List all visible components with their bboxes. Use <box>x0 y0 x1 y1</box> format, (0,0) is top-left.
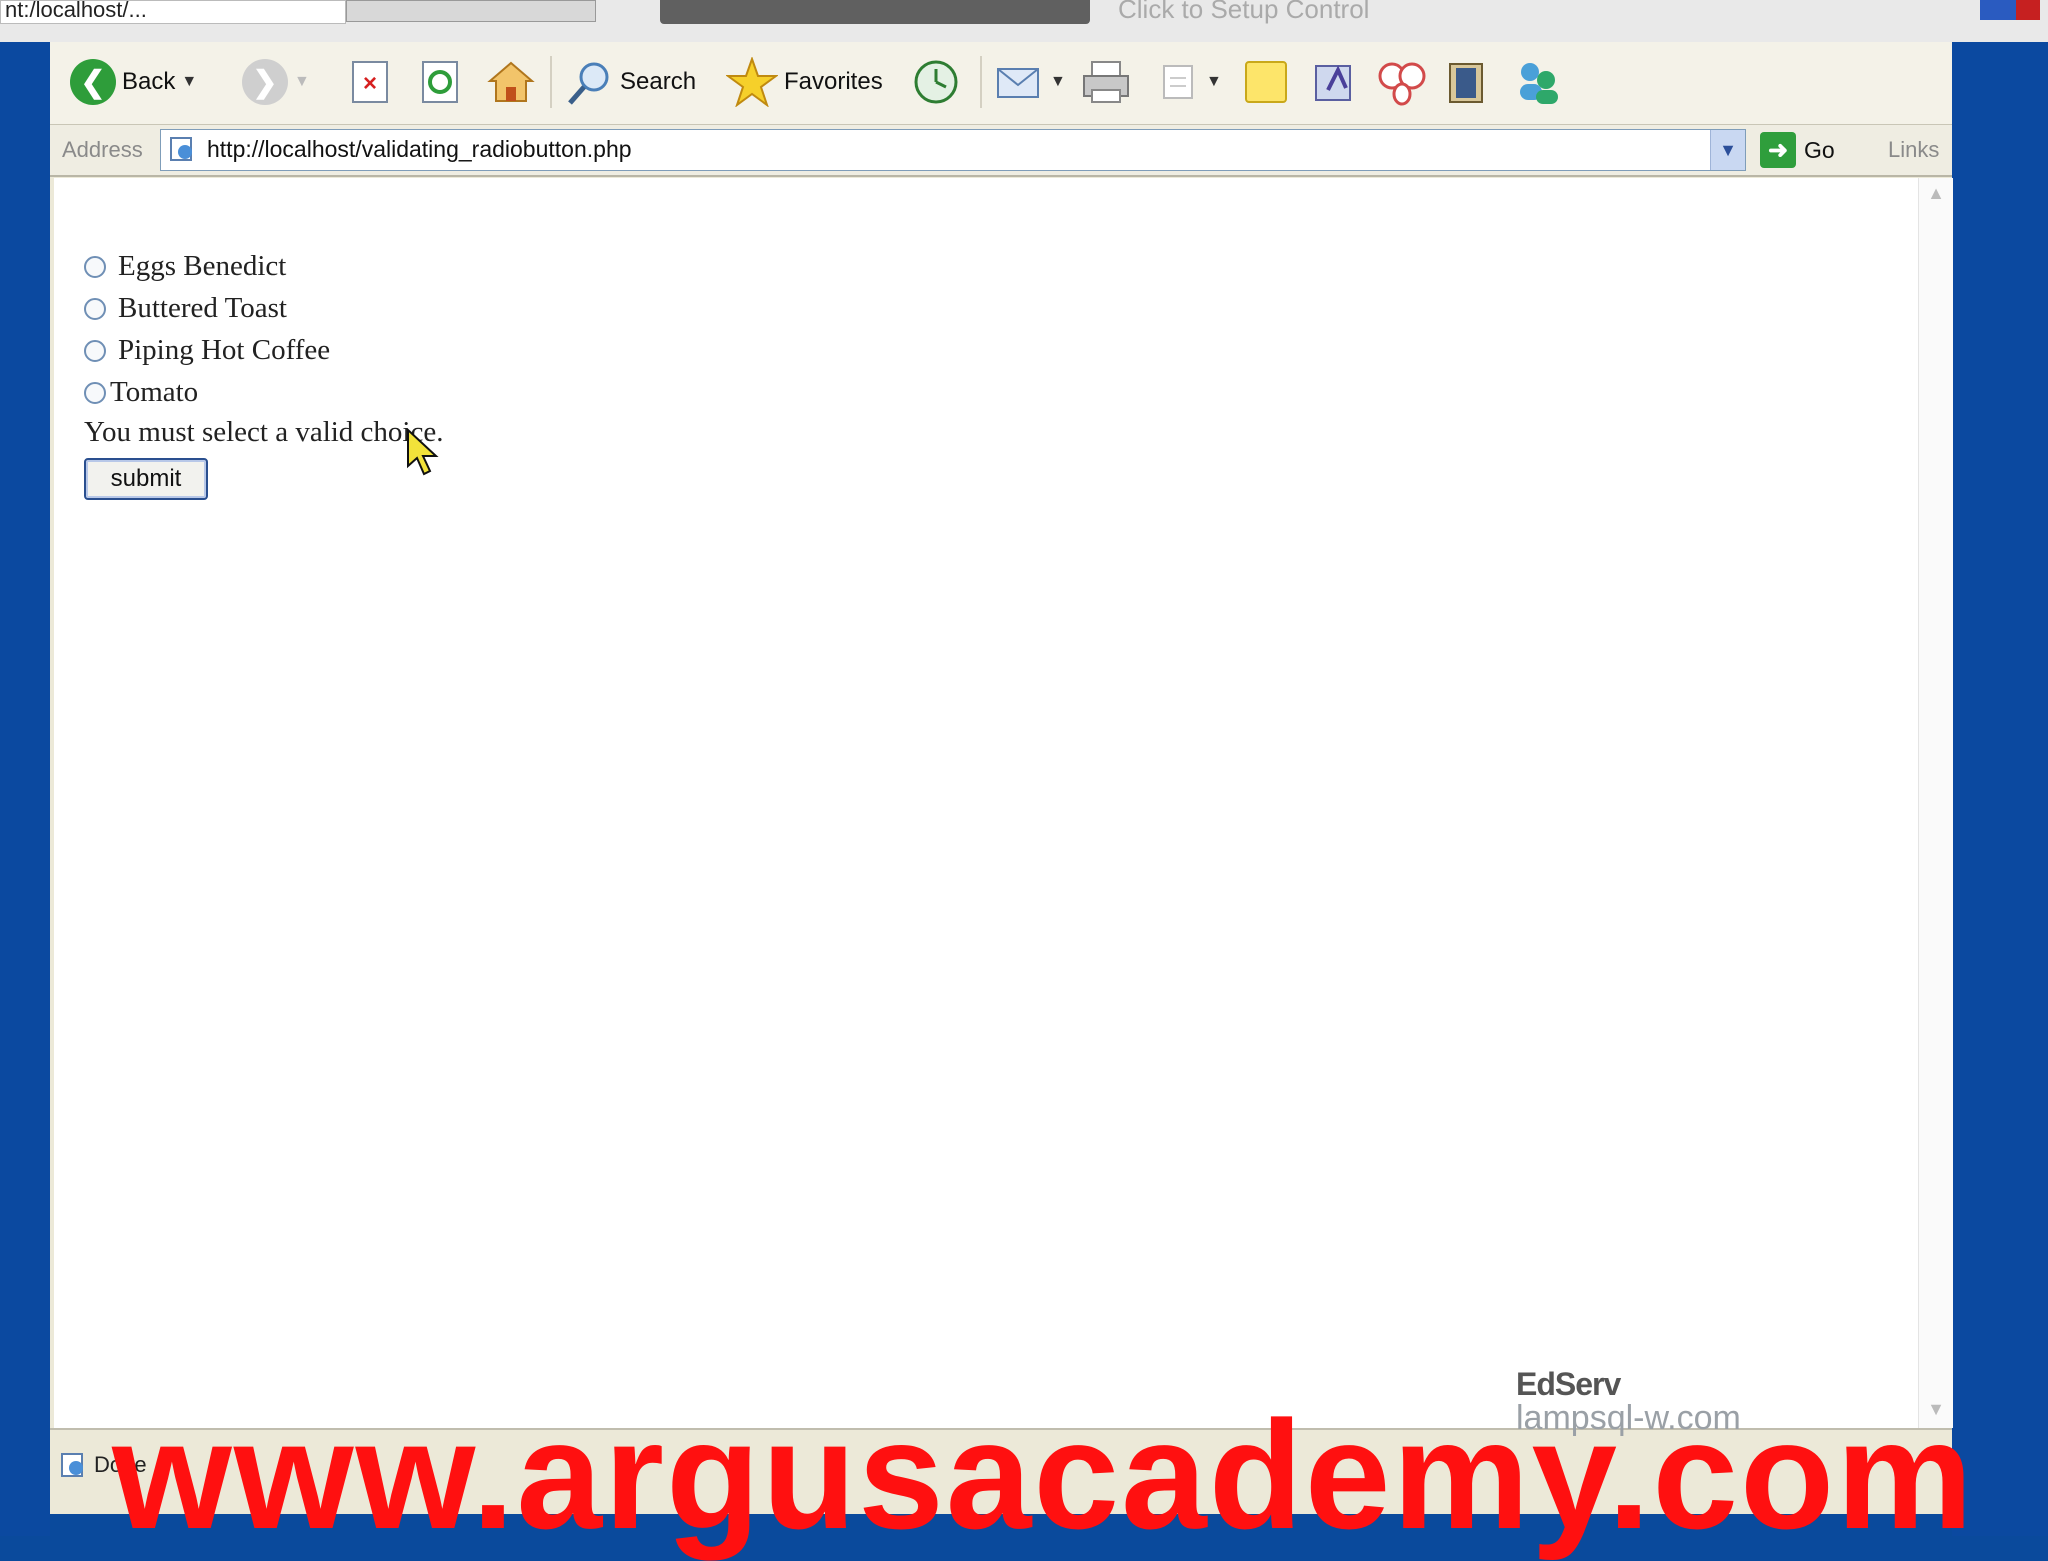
address-input[interactable]: http://localhost/validating_radiobutton.… <box>160 129 1746 171</box>
option-label: Eggs Benedict <box>118 250 287 282</box>
back-button[interactable]: ❮ Back ▼ <box>70 56 197 108</box>
note-icon <box>1245 61 1287 103</box>
toolbar-separator <box>550 56 552 108</box>
star-icon <box>726 57 778 107</box>
go-button[interactable]: ➜ Go <box>1760 131 1835 169</box>
option-label: Tomato <box>110 376 199 408</box>
radio-button[interactable] <box>84 255 106 278</box>
radio-button[interactable] <box>84 381 106 404</box>
toolbar: ❮ Back ▼ ❯ ▼ × Search Favorites ▼ ▼ <box>50 42 1952 125</box>
option-eggs-benedict[interactable]: Eggs Benedict <box>84 250 286 283</box>
refresh-button[interactable] <box>420 56 462 108</box>
book-icon <box>1449 63 1483 103</box>
option-buttered-toast[interactable]: Buttered Toast <box>84 292 287 325</box>
scroll-up-icon[interactable]: ▲ <box>1927 184 1945 202</box>
go-label: Go <box>1804 136 1835 163</box>
messenger-button[interactable] <box>1310 56 1362 108</box>
option-tomato[interactable]: Tomato <box>84 376 198 409</box>
search-button[interactable]: Search <box>564 56 696 108</box>
vertical-scrollbar[interactable]: ▲ ▼ <box>1918 178 1953 1428</box>
window-frame-right <box>1952 42 2048 1536</box>
address-dropdown-icon[interactable]: ▼ <box>1710 130 1745 170</box>
forward-arrow-icon: ❯ <box>242 59 288 105</box>
mouse-cursor-icon <box>407 428 439 476</box>
history-button[interactable] <box>910 56 962 108</box>
validation-error: You must select a valid choice. <box>84 416 444 448</box>
people-icon <box>1520 63 1558 104</box>
page-status-icon <box>61 1453 83 1477</box>
back-label: Back <box>122 68 176 95</box>
browser-window: ❮ Back ▼ ❯ ▼ × Search Favorites ▼ ▼ Addr… <box>50 42 1953 1514</box>
stop-button[interactable]: × <box>350 56 392 108</box>
mail-icon <box>997 68 1039 98</box>
mail-dropdown-icon[interactable]: ▼ <box>1050 73 1066 91</box>
tools-button[interactable] <box>1442 56 1494 108</box>
contacts-button[interactable] <box>1510 56 1566 108</box>
toolbar-separator <box>980 56 982 108</box>
watermark-url: www.argusacademy.com <box>112 1389 1976 1561</box>
go-arrow-icon: ➜ <box>1760 132 1796 168</box>
butterfly-icon <box>1378 62 1426 106</box>
top-start-button[interactable] <box>346 0 596 22</box>
window-frame-left <box>0 42 50 1536</box>
media-icon <box>1315 65 1351 101</box>
forward-button[interactable]: ❯ ▼ <box>242 56 310 108</box>
radio-button[interactable] <box>84 339 106 362</box>
back-dropdown-icon[interactable]: ▼ <box>181 73 197 91</box>
edit-dropdown-icon[interactable]: ▼ <box>1206 73 1222 91</box>
top-setup-hint: Click to Setup Control <box>1118 0 1370 24</box>
option-label: Piping Hot Coffee <box>118 334 331 366</box>
notes-button[interactable] <box>1242 56 1292 108</box>
search-icon <box>568 62 609 105</box>
search-label: Search <box>620 68 697 95</box>
home-icon <box>487 61 535 102</box>
top-url-fragment: nt:/localhost/... <box>0 0 346 24</box>
option-piping-hot-coffee[interactable]: Piping Hot Coffee <box>84 334 330 367</box>
print-button[interactable] <box>1080 56 1132 108</box>
submit-button[interactable]: submit <box>84 458 208 500</box>
links-label[interactable]: Links <box>1888 137 1939 163</box>
address-bar: Address http://localhost/validating_radi… <box>50 125 1952 177</box>
close-window-button[interactable] <box>2016 0 2040 20</box>
edit-page-icon <box>1163 65 1193 99</box>
back-arrow-icon: ❮ <box>70 59 116 105</box>
address-label: Address <box>62 137 143 162</box>
radio-button[interactable] <box>84 297 106 320</box>
history-icon <box>914 60 958 104</box>
forward-dropdown-icon[interactable]: ▼ <box>294 73 310 91</box>
refresh-icon <box>422 61 458 103</box>
home-button[interactable] <box>486 56 536 108</box>
top-strip: nt:/localhost/... Click to Setup Control <box>0 0 2048 42</box>
favorites-button[interactable]: Favorites <box>726 56 883 108</box>
window-controls[interactable] <box>1980 0 2040 20</box>
svg-text:×: × <box>363 70 377 97</box>
option-label: Buttered Toast <box>118 292 287 324</box>
address-url: http://localhost/validating_radiobutton.… <box>207 136 632 162</box>
print-icon <box>1083 61 1129 103</box>
page-icon <box>170 137 192 161</box>
favorites-label: Favorites <box>784 68 883 95</box>
mail-button[interactable]: ▼ <box>994 56 1066 108</box>
research-button[interactable] <box>1376 56 1428 108</box>
page-content: Eggs Benedict Buttered Toast Piping Hot … <box>54 178 1918 1428</box>
stop-icon: × <box>352 61 388 103</box>
top-dark-control[interactable] <box>660 0 1090 24</box>
edit-button[interactable]: ▼ <box>1156 56 1222 108</box>
